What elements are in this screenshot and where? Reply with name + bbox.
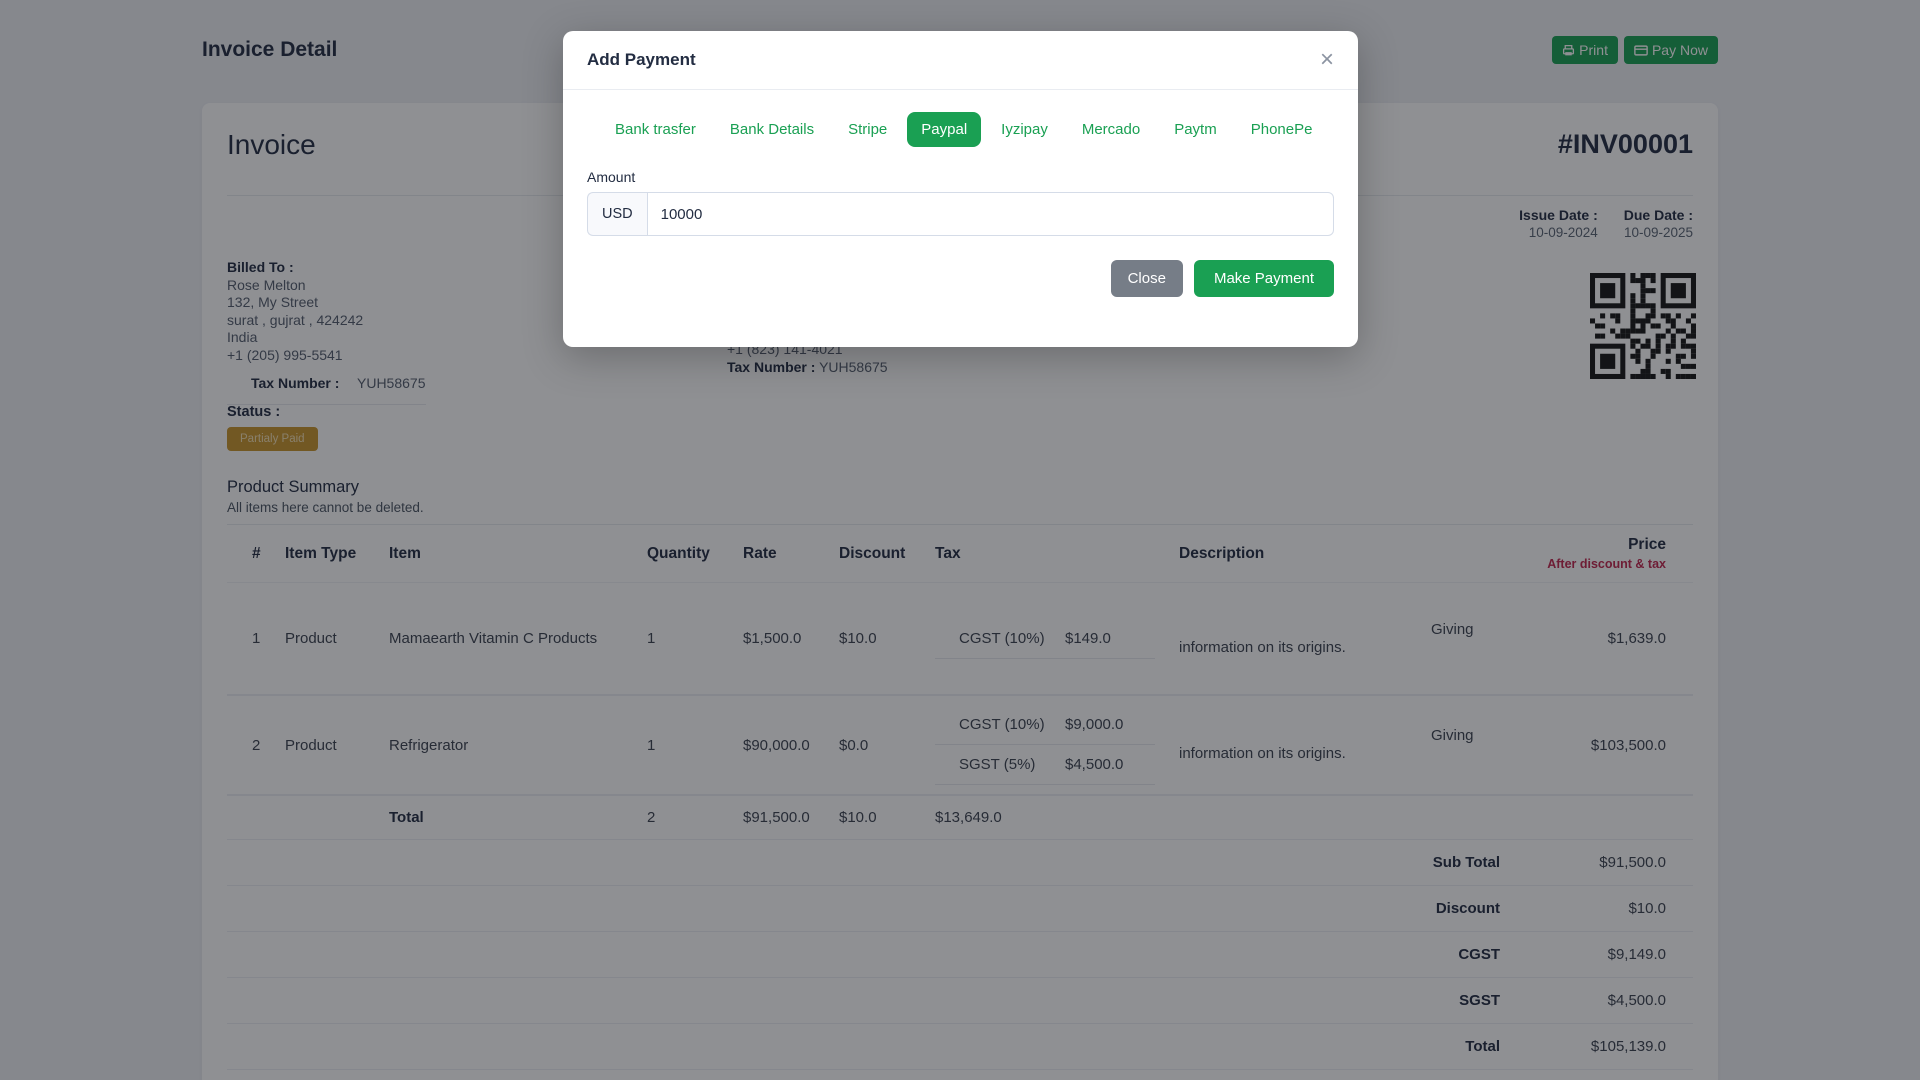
- tab-mercado[interactable]: Mercado: [1068, 112, 1154, 147]
- tab-paytm[interactable]: Paytm: [1160, 112, 1231, 147]
- close-button[interactable]: Close: [1110, 260, 1183, 297]
- currency-prefix: USD: [587, 192, 647, 236]
- amount-label: Amount: [587, 169, 636, 185]
- tab-paypal[interactable]: Paypal: [907, 112, 982, 147]
- close-icon[interactable]: ×: [1320, 48, 1334, 72]
- tab-iyzipay[interactable]: Iyzipay: [987, 112, 1062, 147]
- modal-header: Add Payment ×: [563, 31, 1358, 90]
- modal-body: Bank trasfer Bank Details Stripe Paypal …: [563, 90, 1358, 236]
- amount-input-group: USD: [587, 192, 1334, 236]
- amount-input[interactable]: [646, 192, 1334, 236]
- add-payment-modal: Add Payment × Bank trasfer Bank Details …: [563, 31, 1358, 347]
- tab-bank-transfer[interactable]: Bank trasfer: [601, 112, 710, 147]
- tab-phonepe[interactable]: PhonePe: [1237, 112, 1327, 147]
- tab-stripe[interactable]: Stripe: [834, 112, 901, 147]
- tab-bank-details[interactable]: Bank Details: [716, 112, 828, 147]
- make-payment-button[interactable]: Make Payment: [1193, 260, 1334, 297]
- payment-method-tabs: Bank trasfer Bank Details Stripe Paypal …: [601, 112, 1334, 147]
- modal-title: Add Payment: [587, 50, 696, 69]
- modal-footer: Close Make Payment: [563, 236, 1358, 347]
